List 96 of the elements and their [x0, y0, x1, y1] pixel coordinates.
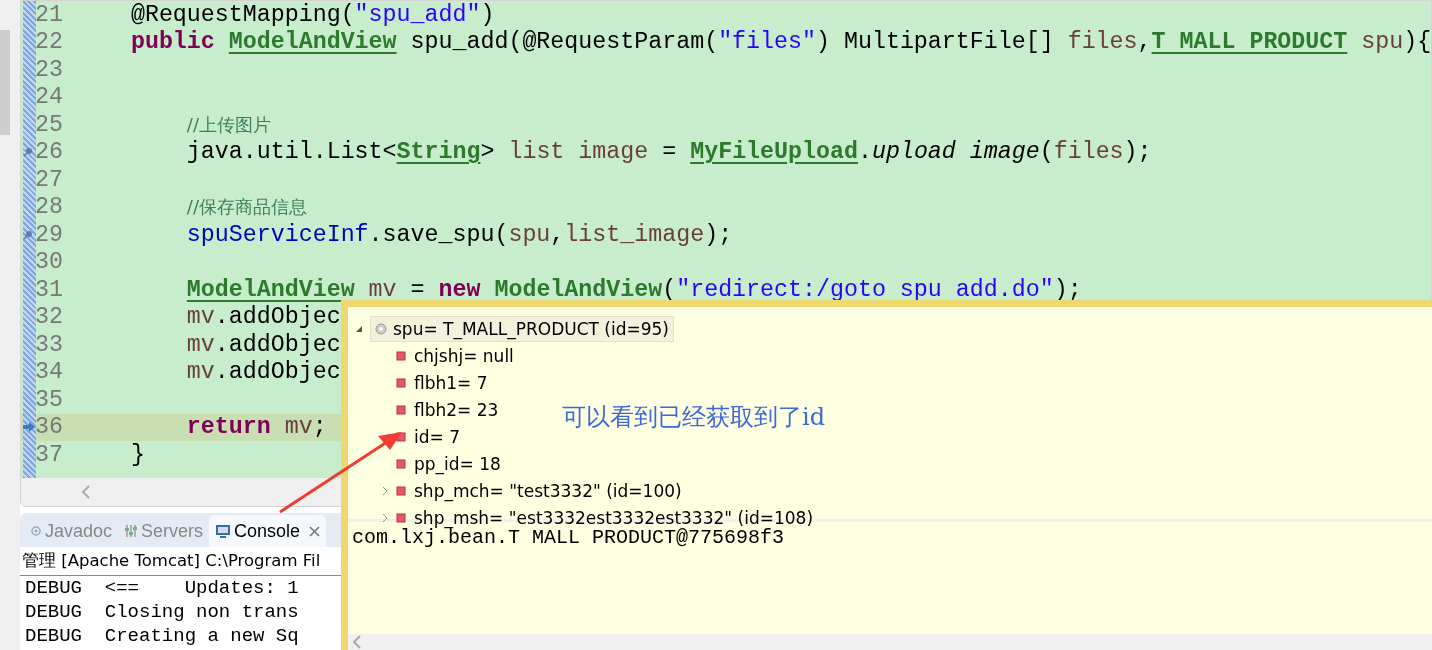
code-text: spu_add(@RequestParam(: [409, 29, 719, 56]
scrollbar-thumb[interactable]: [0, 30, 10, 135]
line-number: 24: [35, 84, 63, 111]
string-literal: "files": [718, 29, 816, 56]
scroll-left-icon[interactable]: [81, 485, 91, 499]
line-number: 25: [35, 111, 63, 138]
variable-name: mv: [185, 304, 215, 331]
code-text: ,: [1137, 29, 1152, 56]
code-text: .addObjec: [214, 359, 341, 386]
type-name: String: [396, 139, 481, 166]
line-number: 22: [35, 29, 63, 56]
variable-name: mv: [367, 276, 397, 303]
line-number: 37: [35, 441, 63, 468]
line-number: 36: [35, 414, 63, 441]
code-text: .addObjec: [214, 331, 341, 358]
variable-name: spu: [508, 221, 551, 248]
field-icon: [396, 512, 406, 523]
collapsed-icon[interactable]: [380, 512, 390, 523]
code-text: .save_spu(: [368, 221, 509, 248]
code-text: java.util.List<: [185, 139, 397, 166]
field-icon: [396, 350, 406, 361]
line-number: 21: [35, 1, 63, 28]
field-icon: [396, 431, 406, 442]
annotation-text: 可以看到已经获取到了id: [562, 402, 826, 433]
code-text: @RequestMapping(: [129, 1, 355, 28]
code-comment: //保存商品信息: [185, 195, 307, 220]
code-text: .: [857, 139, 872, 166]
code-text: =: [661, 139, 678, 166]
variable-name: list_image: [564, 221, 705, 248]
code-comment: //上传图片: [185, 112, 271, 137]
close-icon: [309, 525, 321, 537]
tree-item[interactable]: shp_mch= "test3332" (id=100): [391, 477, 687, 504]
variable-name: mv: [185, 359, 215, 386]
code-text: ){: [1403, 29, 1431, 56]
tree-item[interactable]: spu= T_MALL_PRODUCT (id=95): [370, 315, 674, 342]
field-icon: [396, 404, 406, 415]
code-text: =: [409, 276, 426, 303]
sliders-icon: [124, 524, 139, 538]
console-line: DEBUG <== Updates: 1: [24, 576, 299, 600]
method-name: upload image: [871, 139, 1040, 166]
panel-tab[interactable]: Console: [209, 515, 327, 547]
code-text: .addObjec: [214, 304, 341, 331]
variable-name: mv: [283, 414, 313, 441]
variable-name: mv: [185, 331, 215, 358]
object-icon: [375, 322, 387, 335]
field-name: spuServiceInf: [185, 221, 369, 248]
type-name: ModelAndView: [185, 276, 355, 303]
scroll-left-icon[interactable]: [352, 635, 362, 649]
field-icon: [396, 485, 406, 496]
code-text: ): [480, 1, 495, 28]
code-text: );: [1123, 139, 1152, 166]
monitor-icon: [215, 523, 232, 539]
type-name: MyFileUpload: [690, 139, 858, 166]
line-number: 32: [35, 304, 63, 331]
tree-item[interactable]: pp_id= 18: [391, 450, 506, 477]
code-text: ,: [550, 221, 565, 248]
tree-item[interactable]: flbh1= 7: [391, 369, 493, 396]
code-text: );: [1053, 276, 1082, 303]
variable-name: spu: [1360, 29, 1404, 56]
collapsed-icon[interactable]: [380, 485, 390, 496]
field-icon: [396, 377, 406, 388]
code-text: (: [1039, 139, 1054, 166]
variable-name: files: [1067, 29, 1138, 56]
code-text: >: [480, 139, 496, 166]
string-literal: "spu_add": [354, 1, 481, 28]
variable-name: files: [1053, 139, 1124, 166]
current-line-arrow-icon: [23, 422, 35, 433]
line-number: 30: [35, 249, 63, 276]
tree-item[interactable]: flbh2= 23: [391, 396, 504, 423]
line-number: 34: [35, 359, 63, 386]
line-number: 27: [35, 166, 63, 193]
code-text: }: [129, 441, 145, 468]
tree-item[interactable]: chjshj= null: [391, 342, 519, 369]
line-number: 26: [35, 139, 63, 166]
code-text: );: [704, 221, 733, 248]
type-name: ModelAndView: [228, 29, 397, 56]
line-number: 28: [35, 194, 63, 221]
code-text: ;: [312, 414, 327, 441]
line-number: 31: [35, 276, 63, 303]
keyword: return: [185, 414, 271, 441]
console-line: DEBUG Creating a new Sq: [24, 624, 299, 648]
line-number: 35: [35, 386, 63, 413]
keyword: public: [129, 29, 216, 56]
line-number: 33: [35, 331, 63, 358]
code-text: (: [662, 276, 677, 303]
line-number: 29: [35, 221, 63, 248]
tree-item[interactable]: id= 7: [391, 423, 465, 450]
string-literal: "redirect:/goto spu add.do": [676, 276, 1054, 303]
line-number: 23: [35, 56, 63, 83]
code-text: ) MultipartFile[]: [816, 29, 1055, 56]
type-name: ModelAndView: [494, 276, 663, 303]
field-icon: [396, 458, 406, 469]
type-name: T MALL PRODUCT: [1151, 29, 1348, 56]
console-line: DEBUG Closing non trans: [24, 600, 299, 624]
keyword: new: [438, 276, 482, 303]
variable-name: list image: [508, 139, 649, 166]
